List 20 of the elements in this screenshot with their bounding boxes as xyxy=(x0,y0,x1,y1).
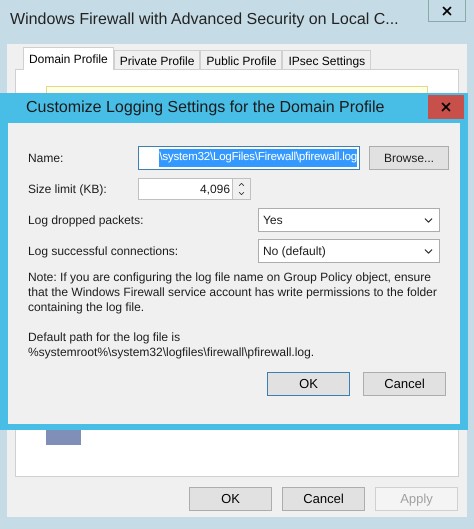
field-label: Name: xyxy=(28,150,64,167)
note-text: Note: If you are configuring the log file name on Group Policy object, ensure that the Windows Firewall service account has write permissions to the folder containing the log file. xyxy=(28,270,438,315)
tab[interactable]: Private Profile xyxy=(114,50,200,70)
tab[interactable]: Domain Profile xyxy=(23,47,114,70)
number-field[interactable]: 4,096 xyxy=(138,178,233,200)
default-path-text: Default path for the log file is %systemroot%\system32\logfiles\firewall\pfirewall.log. xyxy=(28,330,316,360)
dialog-button[interactable]: Cancel xyxy=(282,487,365,511)
dropdown[interactable]: No (default) xyxy=(258,239,440,263)
dialog-button[interactable]: Cancel xyxy=(363,372,446,396)
dialog-button[interactable]: OK xyxy=(189,487,272,511)
field-label: Log dropped packets: xyxy=(28,212,144,229)
tab[interactable]: IPsec Settings xyxy=(282,50,372,70)
field-label: Size limit (KB): xyxy=(28,181,108,198)
tab[interactable]: Public Profile xyxy=(200,50,282,70)
dropdown[interactable]: Yes xyxy=(258,208,440,232)
field-label: Log successful connections: xyxy=(28,243,178,260)
dialog-button[interactable]: OK xyxy=(267,372,350,396)
browse-button[interactable]: Browse... xyxy=(369,146,449,170)
dialog-title: Customize Logging Settings for the Domain Profile xyxy=(26,98,384,118)
window-title: Windows Firewall with Advanced Security on Local C... xyxy=(10,10,399,30)
